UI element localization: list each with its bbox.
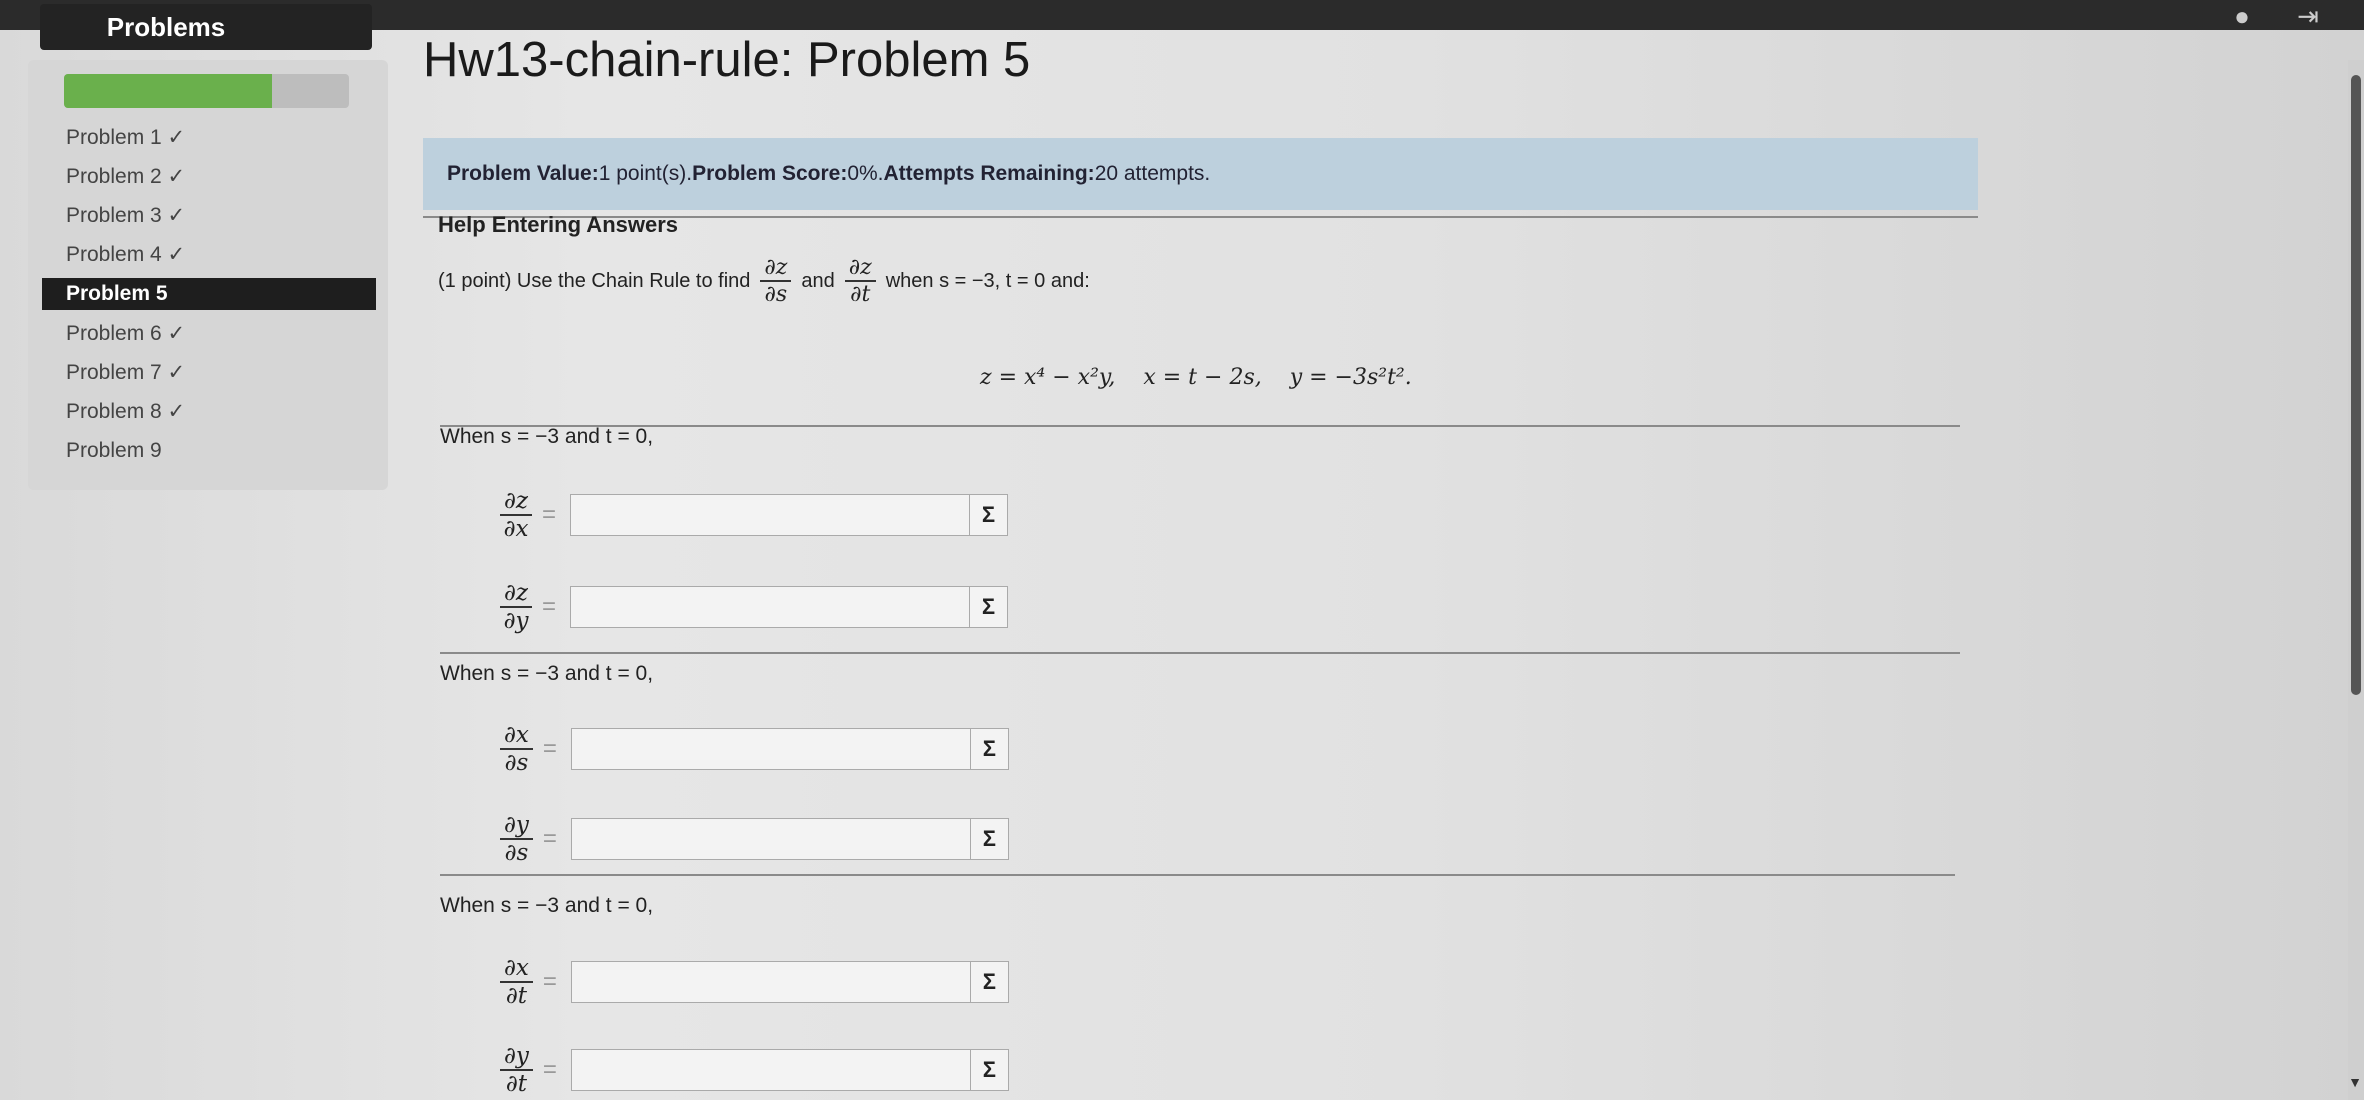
attempts-text: 20 attempts. <box>1094 162 1211 185</box>
frac-denominator: ∂s <box>504 750 529 777</box>
answer-input-dx-ds[interactable] <box>570 728 971 771</box>
frac-denominator: ∂s <box>764 282 788 308</box>
problem-link-9[interactable]: Problem 9 <box>28 431 376 470</box>
question-text: (1 point) Use the Chain Rule to find ∂z … <box>438 255 1090 308</box>
answer-row-dx-ds: ∂x ∂s = Σ <box>500 722 1009 777</box>
equation-editor-button[interactable]: Σ <box>970 494 1009 537</box>
frac-numerator: ∂x <box>500 722 533 751</box>
question-and: and <box>801 269 835 292</box>
section-condition: When s = −3 and t = 0, <box>440 894 654 917</box>
frac-numerator: ∂x <box>500 955 533 984</box>
question-prefix: (1 point) Use the Chain Rule to find <box>438 269 751 292</box>
frac-numerator: ∂z <box>500 580 533 609</box>
progress-bar <box>64 74 349 108</box>
answer-input-dz-dy[interactable] <box>570 586 971 629</box>
equation-editor-button[interactable]: Σ <box>970 586 1009 629</box>
frac-numerator: ∂y <box>500 1043 533 1072</box>
divider <box>440 652 1960 654</box>
equals-sign: = <box>542 593 557 621</box>
answer-row-dy-dt: ∂y ∂t = Σ <box>500 1043 1009 1098</box>
frac-numerator: ∂y <box>500 812 533 841</box>
frac-denominator: ∂y <box>503 608 529 635</box>
frac-denominator: ∂x <box>503 516 529 543</box>
answer-input-dy-dt[interactable] <box>570 1049 971 1092</box>
answer-row-dy-ds: ∂y ∂s = Σ <box>500 812 1009 867</box>
frac-numerator: ∂z <box>500 488 533 517</box>
logout-icon[interactable]: ⇥ <box>2292 0 2324 32</box>
given-equations: z = x⁴ − x²y, x = t − 2s, y = −3s²t². <box>980 365 1412 390</box>
fraction-label: ∂y ∂t <box>500 1043 533 1098</box>
frac-denominator: ∂t <box>850 282 871 308</box>
equation-editor-button[interactable]: Σ <box>970 961 1009 1004</box>
fraction-label: ∂x ∂s <box>500 722 533 777</box>
fraction-label: ∂y ∂s <box>500 812 533 867</box>
fraction-label: ∂z ∂y <box>500 580 533 635</box>
problem-link-7[interactable]: Problem 7 ✓ <box>28 353 376 392</box>
question-when: when s = −3, t = 0 and: <box>885 269 1090 292</box>
equation-editor-button[interactable]: Σ <box>970 1049 1009 1092</box>
problem-link-4[interactable]: Problem 4 ✓ <box>28 235 376 274</box>
equals-sign: = <box>542 501 557 529</box>
frac-denominator: ∂s <box>504 840 529 867</box>
answer-input-dy-ds[interactable] <box>570 818 971 861</box>
problems-header: Problems <box>40 4 372 50</box>
fraction-dz-dt: ∂z ∂t <box>844 255 876 308</box>
problem-link-5-active[interactable]: Problem 5 <box>42 278 376 310</box>
attempts-label: Attempts Remaining: <box>883 162 1095 185</box>
score-label: Problem Score: <box>692 162 848 185</box>
scroll-down-icon[interactable]: ▼ <box>2348 1074 2362 1090</box>
frac-numerator: ∂z <box>760 255 792 283</box>
equals-sign: = <box>542 968 557 996</box>
problem-link-3[interactable]: Problem 3 ✓ <box>28 196 376 235</box>
value-label: Problem Value: <box>447 162 599 185</box>
section-condition: When s = −3 and t = 0, <box>440 662 654 685</box>
equals-sign: = <box>542 825 557 853</box>
page-title: Hw13-chain-rule: Problem 5 <box>423 33 1031 87</box>
problem-list: Problem 1 ✓ Problem 2 ✓ Problem 3 ✓ Prob… <box>28 118 376 470</box>
top-icons: ● ⇥ <box>2226 0 2324 32</box>
answer-row-dz-dx: ∂z ∂x = Σ <box>500 488 1009 543</box>
equals-sign: = <box>542 1056 557 1084</box>
user-icon[interactable]: ● <box>2226 0 2258 32</box>
answer-input-dz-dx[interactable] <box>570 494 971 537</box>
problem-link-1[interactable]: Problem 1 ✓ <box>28 118 376 157</box>
equation-editor-button[interactable]: Σ <box>970 728 1009 771</box>
problem-link-8[interactable]: Problem 8 ✓ <box>28 392 376 431</box>
answer-row-dx-dt: ∂x ∂t = Σ <box>500 955 1009 1010</box>
scrollbar-thumb[interactable] <box>2351 75 2361 695</box>
help-link[interactable]: Help Entering Answers <box>438 212 678 238</box>
divider <box>440 874 1955 876</box>
problem-value-box: Problem Value: 1 point(s). Problem Score… <box>423 138 1978 210</box>
frac-numerator: ∂z <box>844 255 876 283</box>
answer-row-dz-dy: ∂z ∂y = Σ <box>500 580 1009 635</box>
equals-sign: = <box>542 735 557 763</box>
value-text: 1 point(s). <box>598 162 693 185</box>
section-condition: When s = −3 and t = 0, <box>440 425 654 448</box>
frac-denominator: ∂t <box>505 1071 528 1098</box>
fraction-dz-ds: ∂z ∂s <box>760 255 792 308</box>
frac-denominator: ∂t <box>505 983 527 1010</box>
fraction-label: ∂x ∂t <box>500 955 533 1010</box>
progress-fill <box>64 74 273 108</box>
score-text: 0%. <box>847 162 884 185</box>
problem-link-2[interactable]: Problem 2 ✓ <box>28 157 376 196</box>
divider <box>440 425 1960 427</box>
problem-link-6[interactable]: Problem 6 ✓ <box>28 314 376 353</box>
equation-editor-button[interactable]: Σ <box>970 818 1009 861</box>
fraction-label: ∂z ∂x <box>500 488 533 543</box>
answer-input-dx-dt[interactable] <box>570 961 971 1004</box>
